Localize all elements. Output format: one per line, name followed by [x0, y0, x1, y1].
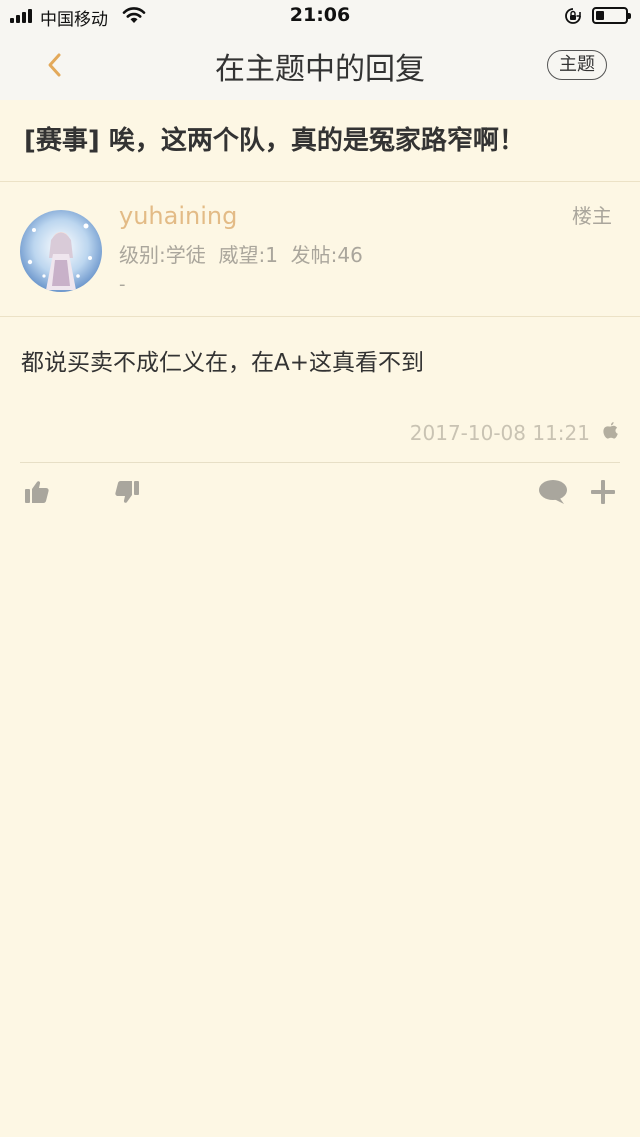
author-name[interactable]: yuhaining: [119, 202, 237, 230]
thumbs-up-icon[interactable]: [23, 478, 51, 506]
thread-title: [赛事] 唉，这两个队，真的是冤家路窄啊！: [24, 126, 525, 156]
status-time: 21:06: [289, 4, 351, 26]
thumbs-down-icon[interactable]: [113, 478, 141, 506]
author-signature: -: [119, 274, 126, 295]
topic-button[interactable]: 主题: [547, 50, 607, 80]
floor-label: 楼主: [572, 204, 612, 228]
title-divider: [0, 181, 640, 182]
post-content: 都说买卖不成仁义在，在A+这真看不到: [21, 350, 425, 376]
page-title: 在主题中的回复: [215, 52, 425, 87]
status-bar: 中国移动 21:06: [0, 0, 640, 32]
author-meta: 级别:学徒 威望:1 发帖:46: [119, 243, 363, 267]
apple-icon: [603, 422, 618, 439]
battery-icon: [592, 7, 631, 24]
avatar[interactable]: [20, 210, 102, 292]
plus-icon[interactable]: [589, 478, 617, 506]
nav-bar: 在主题中的回复 主题: [0, 32, 640, 100]
author-divider: [0, 316, 640, 317]
actions-divider: [20, 462, 620, 463]
comment-icon[interactable]: [537, 478, 569, 506]
post-timestamp: 2017-10-08 11:21: [409, 421, 590, 445]
rotation-lock-icon: [565, 8, 581, 24]
